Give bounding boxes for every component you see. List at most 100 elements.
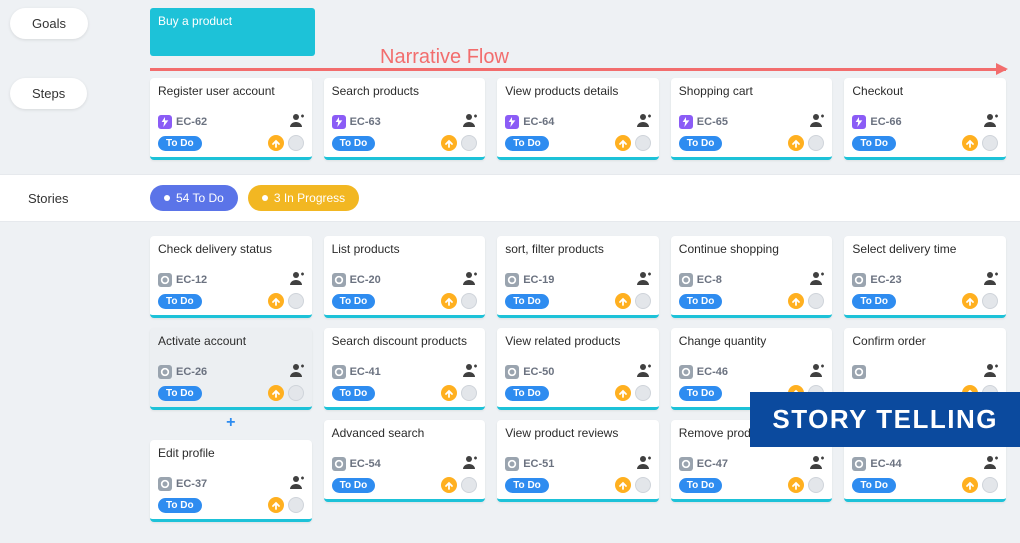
story-card[interactable]: Activate accountEC-26To Do: [150, 328, 312, 410]
assignee-icon[interactable]: [461, 270, 477, 289]
avatar[interactable]: [982, 135, 998, 151]
priority-up-icon: [615, 135, 631, 151]
avatar[interactable]: [982, 477, 998, 493]
goal-card[interactable]: Buy a product: [150, 8, 315, 56]
story-type-icon: [332, 457, 346, 471]
assignee-icon[interactable]: [635, 112, 651, 131]
avatar[interactable]: [635, 477, 651, 493]
assignee-icon[interactable]: [982, 270, 998, 289]
goal-title: Buy a product: [158, 14, 232, 28]
status-badge: To Do: [332, 478, 376, 493]
assignee-icon[interactable]: [808, 454, 824, 473]
avatar[interactable]: [288, 497, 304, 513]
assignee-icon[interactable]: [635, 454, 651, 473]
avatar[interactable]: [635, 293, 651, 309]
step-card[interactable]: View products detailsEC-64To Do: [497, 78, 659, 160]
priority-up-icon: [615, 385, 631, 401]
assignee-icon[interactable]: [461, 454, 477, 473]
priority-up-icon: [268, 497, 284, 513]
assignee-icon[interactable]: [982, 112, 998, 131]
story-card[interactable]: View product reviewsEC-51To Do: [497, 420, 659, 502]
story-card[interactable]: Continue shoppingEC-8To Do: [671, 236, 833, 318]
avatar[interactable]: [808, 293, 824, 309]
priority-up-icon: [615, 477, 631, 493]
card-title: Search products: [332, 84, 478, 108]
assignee-icon[interactable]: [635, 270, 651, 289]
assignee-icon[interactable]: [635, 362, 651, 381]
assignee-icon[interactable]: [288, 112, 304, 131]
assignee-icon[interactable]: [982, 362, 998, 381]
assignee-icon[interactable]: [288, 270, 304, 289]
avatar[interactable]: [635, 385, 651, 401]
story-card[interactable]: Check delivery statusEC-12To Do: [150, 236, 312, 318]
card-title: List products: [332, 242, 478, 266]
priority-up-icon: [441, 293, 457, 309]
avatar[interactable]: [288, 135, 304, 151]
story-type-icon: [679, 457, 693, 471]
card-title: Activate account: [158, 334, 304, 358]
avatar[interactable]: [808, 477, 824, 493]
assignee-icon[interactable]: [808, 112, 824, 131]
card-title: Check delivery status: [158, 242, 304, 266]
card-title: Checkout: [852, 84, 998, 108]
priority-up-icon: [441, 385, 457, 401]
story-card[interactable]: Advanced searchEC-54To Do: [324, 420, 486, 502]
assignee-icon[interactable]: [461, 112, 477, 131]
story-card[interactable]: sort, filter productsEC-19To Do: [497, 236, 659, 318]
overlay-badge: STORY TELLING: [750, 392, 1020, 447]
status-badge: To Do: [158, 136, 202, 151]
story-card[interactable]: View related productsEC-50To Do: [497, 328, 659, 410]
story-card[interactable]: Select delivery timeEC-23To Do: [844, 236, 1006, 318]
story-type-icon: [505, 273, 519, 287]
card-id: EC-8: [697, 274, 722, 286]
priority-up-icon: [268, 293, 284, 309]
status-badge: To Do: [332, 294, 376, 309]
status-badge: To Do: [679, 478, 723, 493]
card-id: EC-12: [176, 274, 207, 286]
story-card[interactable]: List products EC-20 To Do: [324, 236, 486, 318]
card-id: EC-20: [350, 274, 381, 286]
dot-icon: [164, 195, 170, 201]
story-type-icon: [679, 273, 693, 287]
priority-up-icon: [788, 477, 804, 493]
avatar[interactable]: [288, 385, 304, 401]
card-title: Search discount products: [332, 334, 478, 358]
assignee-icon[interactable]: [461, 362, 477, 381]
avatar[interactable]: [808, 135, 824, 151]
filter-todo[interactable]: 54 To Do: [150, 185, 238, 211]
card-id: EC-46: [697, 366, 728, 378]
avatar[interactable]: [461, 477, 477, 493]
assignee-icon[interactable]: [808, 270, 824, 289]
assignee-icon[interactable]: [982, 454, 998, 473]
card-id: EC-19: [523, 274, 554, 286]
status-badge: To Do: [852, 136, 896, 151]
card-id: EC-65: [697, 116, 728, 128]
story-card[interactable]: Search discount productsEC-41To Do: [324, 328, 486, 410]
avatar[interactable]: [982, 293, 998, 309]
avatar[interactable]: [461, 135, 477, 151]
step-card[interactable]: CheckoutEC-66To Do: [844, 78, 1006, 160]
status-badge: To Do: [158, 498, 202, 513]
avatar[interactable]: [288, 293, 304, 309]
priority-up-icon: [441, 477, 457, 493]
story-type-icon: [158, 365, 172, 379]
add-story-button[interactable]: +: [150, 418, 312, 428]
step-card[interactable]: Register user accountEC-62To Do: [150, 78, 312, 160]
card-title: sort, filter products: [505, 242, 651, 266]
avatar[interactable]: [461, 293, 477, 309]
avatar[interactable]: [461, 385, 477, 401]
story-type-icon: [332, 273, 346, 287]
priority-up-icon: [788, 293, 804, 309]
card-title: View product reviews: [505, 426, 651, 450]
story-card[interactable]: Edit profileEC-37To Do: [150, 440, 312, 522]
card-id: EC-51: [523, 458, 554, 470]
narrative-flow-label: Narrative Flow: [380, 46, 509, 69]
filter-in-progress[interactable]: 3 In Progress: [248, 185, 359, 211]
step-card[interactable]: Shopping cartEC-65To Do: [671, 78, 833, 160]
story-type-icon: [679, 365, 693, 379]
assignee-icon[interactable]: [288, 362, 304, 381]
avatar[interactable]: [635, 135, 651, 151]
assignee-icon[interactable]: [288, 474, 304, 493]
step-card[interactable]: Search productsEC-63To Do: [324, 78, 486, 160]
assignee-icon[interactable]: [808, 362, 824, 381]
